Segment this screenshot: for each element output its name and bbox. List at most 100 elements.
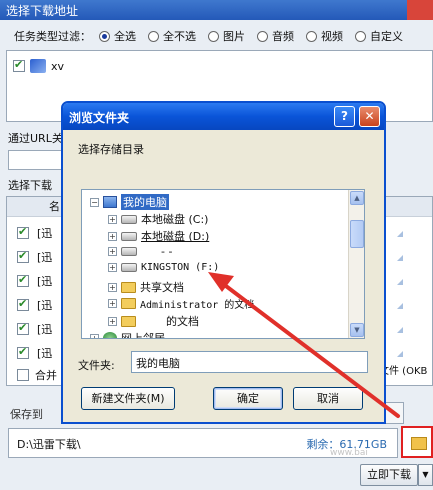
drive-icon [121,214,137,224]
folder-tree[interactable]: − 我的电脑 + 本地磁盘 (C:) + 本地磁盘 (D:) + - - + K… [81,189,365,339]
radio-dot [148,30,159,42]
drive-icon [121,247,137,256]
tree-node-drive-e[interactable]: + - - [108,245,172,258]
window-titlebar: 选择下载地址 [0,0,433,20]
folder-name-input[interactable]: 我的电脑 [131,351,368,373]
task-name: xv [51,59,65,73]
radio-dot [257,30,268,42]
row-checkbox[interactable] [17,321,29,335]
xunlei-icon [30,59,46,73]
list-item[interactable]: [迅 [17,345,52,361]
filter-audio-radio[interactable]: 音频 [257,28,294,44]
save-to-label: 保存到 [10,408,43,421]
row-label: [迅 [37,275,53,288]
watermark-text: www.bai [330,448,368,458]
tree-node-kingston[interactable]: + KINGSTON (F:) [108,262,219,273]
tree-node-label: 本地磁盘 (C:) [141,213,209,226]
tree-node-drive-d[interactable]: + 本地磁盘 (D:) [108,228,209,244]
drive-icon [121,231,137,241]
filter-video-radio[interactable]: 视频 [306,28,343,44]
list-item[interactable]: [迅 [17,297,52,313]
expand-icon[interactable]: + [108,282,117,292]
scroll-thumb[interactable] [350,220,364,248]
expand-icon[interactable]: + [108,247,117,256]
filter-option-label: 视频 [321,30,343,43]
radio-dot [208,30,219,42]
collapse-icon[interactable]: − [90,197,99,207]
merge-checkbox[interactable] [17,369,29,381]
filter-image-radio[interactable]: 图片 [208,28,245,44]
filter-all-radio[interactable]: 全选 [99,28,136,44]
sort-triangle-icon [397,327,403,333]
row-label: [迅 [37,227,53,240]
tree-node-my-computer[interactable]: − 我的电脑 [90,194,169,210]
expand-icon[interactable]: + [90,333,99,338]
row-checkbox[interactable] [17,225,29,239]
browse-folder-button[interactable] [401,426,433,458]
sort-triangle-icon [397,351,403,357]
tree-node-label: KINGSTON (F:) [141,262,220,273]
filter-bar: 任务类型过滤： 全选 全不选 图片 音频 视频 自定义 [0,22,433,50]
row-checkbox[interactable] [17,297,29,311]
list-item[interactable]: [迅 [17,321,52,337]
expand-icon[interactable]: + [108,214,117,224]
tree-node-shared-docs[interactable]: + 共享文档 [108,279,184,295]
radio-dot [306,30,317,42]
download-label: 选择下载 [8,179,52,192]
merge-label: 合并 [35,369,57,382]
folder-icon [121,298,136,309]
tree-node-user-docs[interactable]: + 的文档 [108,313,199,329]
tree-node-label: 网上邻居 [121,332,165,339]
dialog-close-button[interactable]: ✕ [359,106,380,127]
dialog-title: 浏览文件夹 [69,111,130,125]
filter-option-label: 全选 [114,30,136,43]
new-folder-button[interactable]: 新建文件夹(M) [81,387,175,410]
scroll-down-icon[interactable]: ▼ [350,323,364,337]
filter-option-label: 图片 [223,30,245,43]
tree-node-network[interactable]: + 网上邻居 [90,330,165,339]
computer-icon [103,196,117,208]
help-button[interactable]: ? [334,106,355,127]
merge-option[interactable]: 合并 [17,367,57,383]
expand-icon[interactable]: + [108,231,117,241]
list-item[interactable]: [迅 [17,225,52,241]
download-dropdown-button[interactable]: ▼ [418,464,433,486]
tree-node-drive-c[interactable]: + 本地磁盘 (C:) [108,211,208,227]
list-item[interactable]: [迅 [17,249,52,265]
save-path-text: D:\迅雷下载\ [17,438,81,451]
radio-dot [99,30,110,42]
filter-option-label: 音频 [272,30,294,43]
url-label: 通过URL关 [8,132,63,145]
expand-icon[interactable]: + [108,263,117,272]
row-checkbox[interactable] [17,345,29,359]
sort-triangle-icon [397,303,403,309]
task-checkbox[interactable] [13,58,25,72]
download-now-button[interactable]: 立即下载 [360,464,418,486]
radio-dot [355,30,366,42]
cancel-button[interactable]: 取消 [293,387,363,410]
expand-icon[interactable]: + [108,316,117,326]
tree-scrollbar[interactable]: ▲ ▼ [348,190,364,338]
ok-button[interactable]: 确定 [213,387,283,410]
task-item: xv [13,58,65,73]
column-header: 名 [49,200,60,213]
row-checkbox[interactable] [17,249,29,263]
scroll-up-icon[interactable]: ▲ [350,191,364,205]
tree-node-label: 的文档 [166,315,199,328]
filter-custom-radio[interactable]: 自定义 [355,28,403,44]
row-label: [迅 [37,251,53,264]
filter-option-label: 全不选 [163,30,196,43]
row-checkbox[interactable] [17,273,29,287]
expand-icon[interactable]: + [108,299,117,308]
row-label: [迅 [37,347,53,360]
dialog-instruction: 选择存储目录 [78,143,144,156]
window-title: 选择下载地址 [6,4,79,18]
dialog-titlebar: 浏览文件夹 ? ✕ [63,103,384,130]
tree-node-label: 本地磁盘 (D:) [141,230,210,243]
tree-node-label: - - [161,245,173,258]
tree-node-admin-docs[interactable]: + Administrator 的文档 [108,296,254,311]
window-close-button[interactable] [407,0,433,20]
filter-none-radio[interactable]: 全不选 [148,28,196,44]
drive-icon [121,263,137,272]
list-item[interactable]: [迅 [17,273,52,289]
